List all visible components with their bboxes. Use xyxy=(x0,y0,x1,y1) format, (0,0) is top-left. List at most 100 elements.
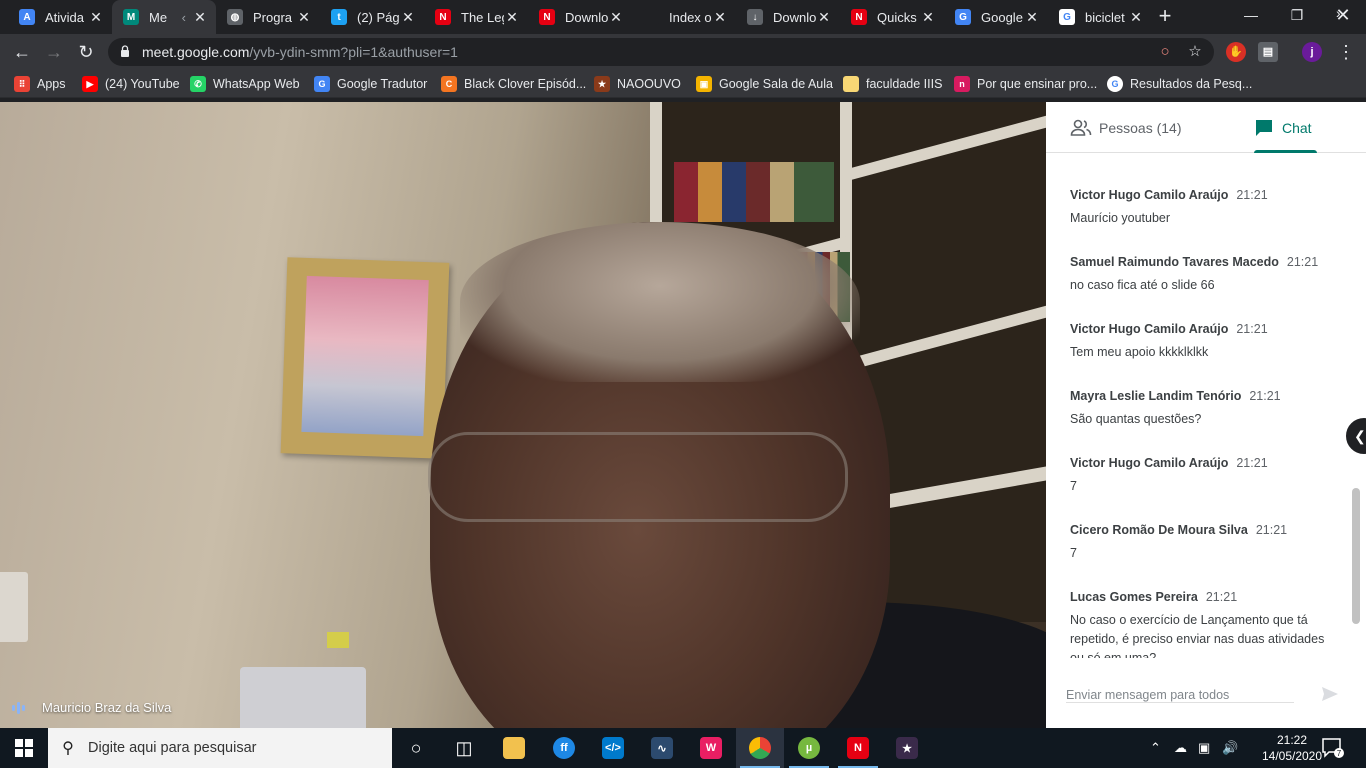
chat-message-meta: Mayra Leslie Landim Tenório 21:21 xyxy=(1070,389,1340,403)
address-bar[interactable]: meet.google.com/yvb-ydin-smm?pli=1&authu… xyxy=(108,38,1214,66)
chrome-icon[interactable] xyxy=(736,728,784,768)
lock-icon[interactable] xyxy=(120,45,130,57)
forward-button[interactable]: → xyxy=(40,38,68,66)
game-app-icon[interactable]: ★ xyxy=(883,728,931,768)
bookmark-item[interactable]: ⠿ Apps xyxy=(14,76,66,92)
nintendo-icon: N xyxy=(435,9,451,25)
browser-menu-icon[interactable]: ⋮ xyxy=(1332,38,1360,66)
camera-blocked-icon[interactable]: ○ xyxy=(1156,43,1174,61)
bookmark-item[interactable]: ✆ WhatsApp Web xyxy=(190,76,300,92)
file-explorer-icon[interactable] xyxy=(490,728,538,768)
wamp-icon[interactable]: W xyxy=(687,728,735,768)
send-icon[interactable] xyxy=(1320,684,1340,704)
reload-button[interactable]: ↻ xyxy=(72,38,100,66)
tab-close-icon[interactable]: ✕ xyxy=(88,9,104,26)
bookmark-item[interactable]: ▣ Google Sala de Aula xyxy=(696,76,833,92)
network-icon[interactable]: ▣ xyxy=(1198,728,1210,768)
tab-close-icon[interactable]: ✕ xyxy=(296,9,312,26)
bookmark-label: faculdade IIIS xyxy=(866,77,943,91)
vscode-icon[interactable]: </> xyxy=(589,728,637,768)
n-icon: n xyxy=(954,76,970,92)
chat-message-text: 7 xyxy=(1070,479,1077,493)
browser-toolbar: ← → ↻ meet.google.com/yvb-ydin-smm?pli=1… xyxy=(0,34,1366,70)
chat-message-meta: Lucas Gomes Pereira 21:21 xyxy=(1070,590,1340,604)
back-button[interactable]: ← xyxy=(8,38,36,66)
bookmark-item[interactable]: n Por que ensinar pro... xyxy=(954,76,1097,92)
minimize-button[interactable]: — xyxy=(1228,0,1274,32)
main-video-feed[interactable]: Mauricio Braz da Silva xyxy=(0,102,1046,728)
mysql-workbench-icon[interactable]: ∿ xyxy=(638,728,686,768)
start-button[interactable] xyxy=(0,728,48,768)
tab-close-icon[interactable]: ✕ xyxy=(816,9,832,26)
bookmarks-overflow-icon[interactable]: » xyxy=(1336,5,1344,21)
bookmark-star-icon[interactable]: ☆ xyxy=(1186,43,1204,61)
system-clock[interactable]: 21:22 14/05/2020 xyxy=(1256,732,1328,764)
firefox-icon[interactable]: ff xyxy=(540,728,588,768)
tab-title: Index o xyxy=(669,9,712,25)
chat-message-list[interactable]: Victor Hugo Camilo Araújo 21:21 Maurício y… xyxy=(1046,154,1366,658)
show-hidden-icons[interactable]: ⌃ xyxy=(1150,728,1161,768)
chat-scrollbar[interactable] xyxy=(1352,488,1360,624)
cortana-icon[interactable]: ○ xyxy=(392,728,440,768)
restore-button[interactable]: ❐ xyxy=(1274,0,1320,32)
chat-timestamp: 21:21 xyxy=(1205,590,1238,604)
chat-message-meta: Samuel Raimundo Tavares Macedo 21:21 xyxy=(1070,255,1340,269)
tab-close-icon[interactable]: ✕ xyxy=(1024,9,1040,26)
bookmark-item[interactable]: faculdade IIIS xyxy=(843,76,942,92)
tab-close-icon[interactable]: ✕ xyxy=(712,9,728,26)
bookmark-label: (24) YouTube xyxy=(105,77,180,91)
extension-cast-icon[interactable]: ▤ xyxy=(1258,42,1278,62)
nintendo-icon: N xyxy=(539,9,555,25)
notification-center-icon[interactable]: 7 xyxy=(1322,738,1344,758)
picture-frame xyxy=(280,257,450,459)
tab-close-icon[interactable]: ✕ xyxy=(400,9,416,26)
tab-chat[interactable]: Chat xyxy=(1254,102,1317,153)
classroom-icon: A xyxy=(19,9,35,25)
tab-people[interactable]: Pessoas (14) xyxy=(1070,102,1181,153)
browser-tab[interactable]: G Google ✕ xyxy=(944,0,1048,34)
crunchyroll-icon: C xyxy=(441,76,457,92)
chat-message-text: no caso fica até o slide 66 xyxy=(1070,278,1215,292)
browser-tab[interactable]: t (2) Pág ✕ xyxy=(320,0,424,34)
browser-tab[interactable]: N Quicks ✕ xyxy=(840,0,944,34)
chat-author: Victor Hugo Camilo Araújo xyxy=(1070,456,1229,470)
utorrent-icon[interactable]: µ xyxy=(785,728,833,768)
bookmark-item[interactable]: ★ NAOOUVO xyxy=(594,76,681,92)
nintendo-switch-icon[interactable]: N xyxy=(834,728,882,768)
tab-close-icon[interactable]: ✕ xyxy=(920,9,936,26)
tab-audio-icon[interactable]: ‹ xyxy=(182,10,186,25)
extension-adblock-icon[interactable]: ✋ xyxy=(1226,42,1246,62)
tab-close-icon[interactable]: ✕ xyxy=(1128,9,1144,26)
browser-tab[interactable]: N The Leg ✕ xyxy=(424,0,528,34)
browser-tab[interactable]: ↓ Downlo ✕ xyxy=(736,0,840,34)
tab-close-icon[interactable]: ✕ xyxy=(608,9,624,26)
chat-message: Mayra Leslie Landim Tenório 21:21 São quan… xyxy=(1070,389,1340,429)
chat-author: Lucas Gomes Pereira xyxy=(1070,590,1198,604)
chat-message-text: Maurício youtuber xyxy=(1070,211,1171,225)
browser-tab[interactable]: N Downlo ✕ xyxy=(528,0,632,34)
bookmark-item[interactable]: G Resultados da Pesq... xyxy=(1107,76,1252,92)
youtube-icon: ▶ xyxy=(82,76,98,92)
bookmark-item[interactable]: C Black Clover Episód... xyxy=(441,76,586,92)
browser-tab[interactable]: A Ativida ✕ xyxy=(8,0,112,34)
browser-tab[interactable]: M Me ‹ ✕ xyxy=(112,0,216,34)
bookmark-item[interactable]: ▶ (24) YouTube xyxy=(82,76,180,92)
profile-avatar[interactable]: j xyxy=(1302,42,1322,62)
url-text[interactable]: meet.google.com/yvb-ydin-smm?pli=1&authu… xyxy=(142,44,458,60)
classroom-icon: ▣ xyxy=(696,76,712,92)
tab-title: Google xyxy=(981,9,1023,25)
chat-message-text: No caso o exercício de Lançamento que tá… xyxy=(1070,613,1325,658)
bookmark-item[interactable]: G Google Tradutor xyxy=(314,76,427,92)
browser-tab[interactable]: Gbiciclet ✕ xyxy=(1048,0,1152,34)
volume-icon[interactable]: 🔊 xyxy=(1222,728,1238,768)
browser-tab[interactable]: ◍ Progra ✕ xyxy=(216,0,320,34)
task-view-icon[interactable]: ◫ xyxy=(440,728,488,768)
browser-tab[interactable]: Index o ✕ xyxy=(632,0,736,34)
new-tab-button[interactable]: + xyxy=(1153,5,1177,29)
tab-close-icon[interactable]: ✕ xyxy=(192,9,208,26)
tab-title: biciclet xyxy=(1085,9,1125,25)
audio-level-icon xyxy=(12,701,28,714)
taskbar-search-box[interactable]: ⚲ Digite aqui para pesquisar xyxy=(48,728,392,768)
tab-close-icon[interactable]: ✕ xyxy=(504,9,520,26)
onedrive-icon[interactable]: ☁ xyxy=(1174,728,1187,768)
